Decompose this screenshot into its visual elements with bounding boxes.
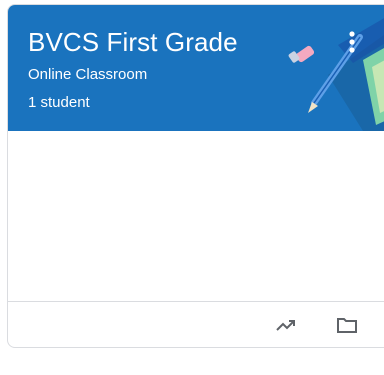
gradebook-button[interactable] — [266, 305, 306, 345]
class-section[interactable]: Online Classroom — [28, 66, 147, 83]
class-card-header[interactable]: BVCS First Grade Online Classroom 1 stud… — [8, 5, 384, 131]
trending-up-icon — [276, 320, 295, 331]
class-card-footer — [8, 302, 384, 347]
class-card-body — [8, 131, 384, 301]
folder-button[interactable] — [327, 305, 367, 345]
folder-icon — [337, 318, 357, 333]
more-vert-icon — [349, 31, 355, 53]
header-illustration — [288, 18, 384, 131]
class-card[interactable]: BVCS First Grade Online Classroom 1 stud… — [7, 4, 384, 348]
more-options-button[interactable] — [338, 27, 366, 61]
student-count: 1 student — [28, 94, 90, 111]
class-title[interactable]: BVCS First Grade — [28, 27, 238, 58]
